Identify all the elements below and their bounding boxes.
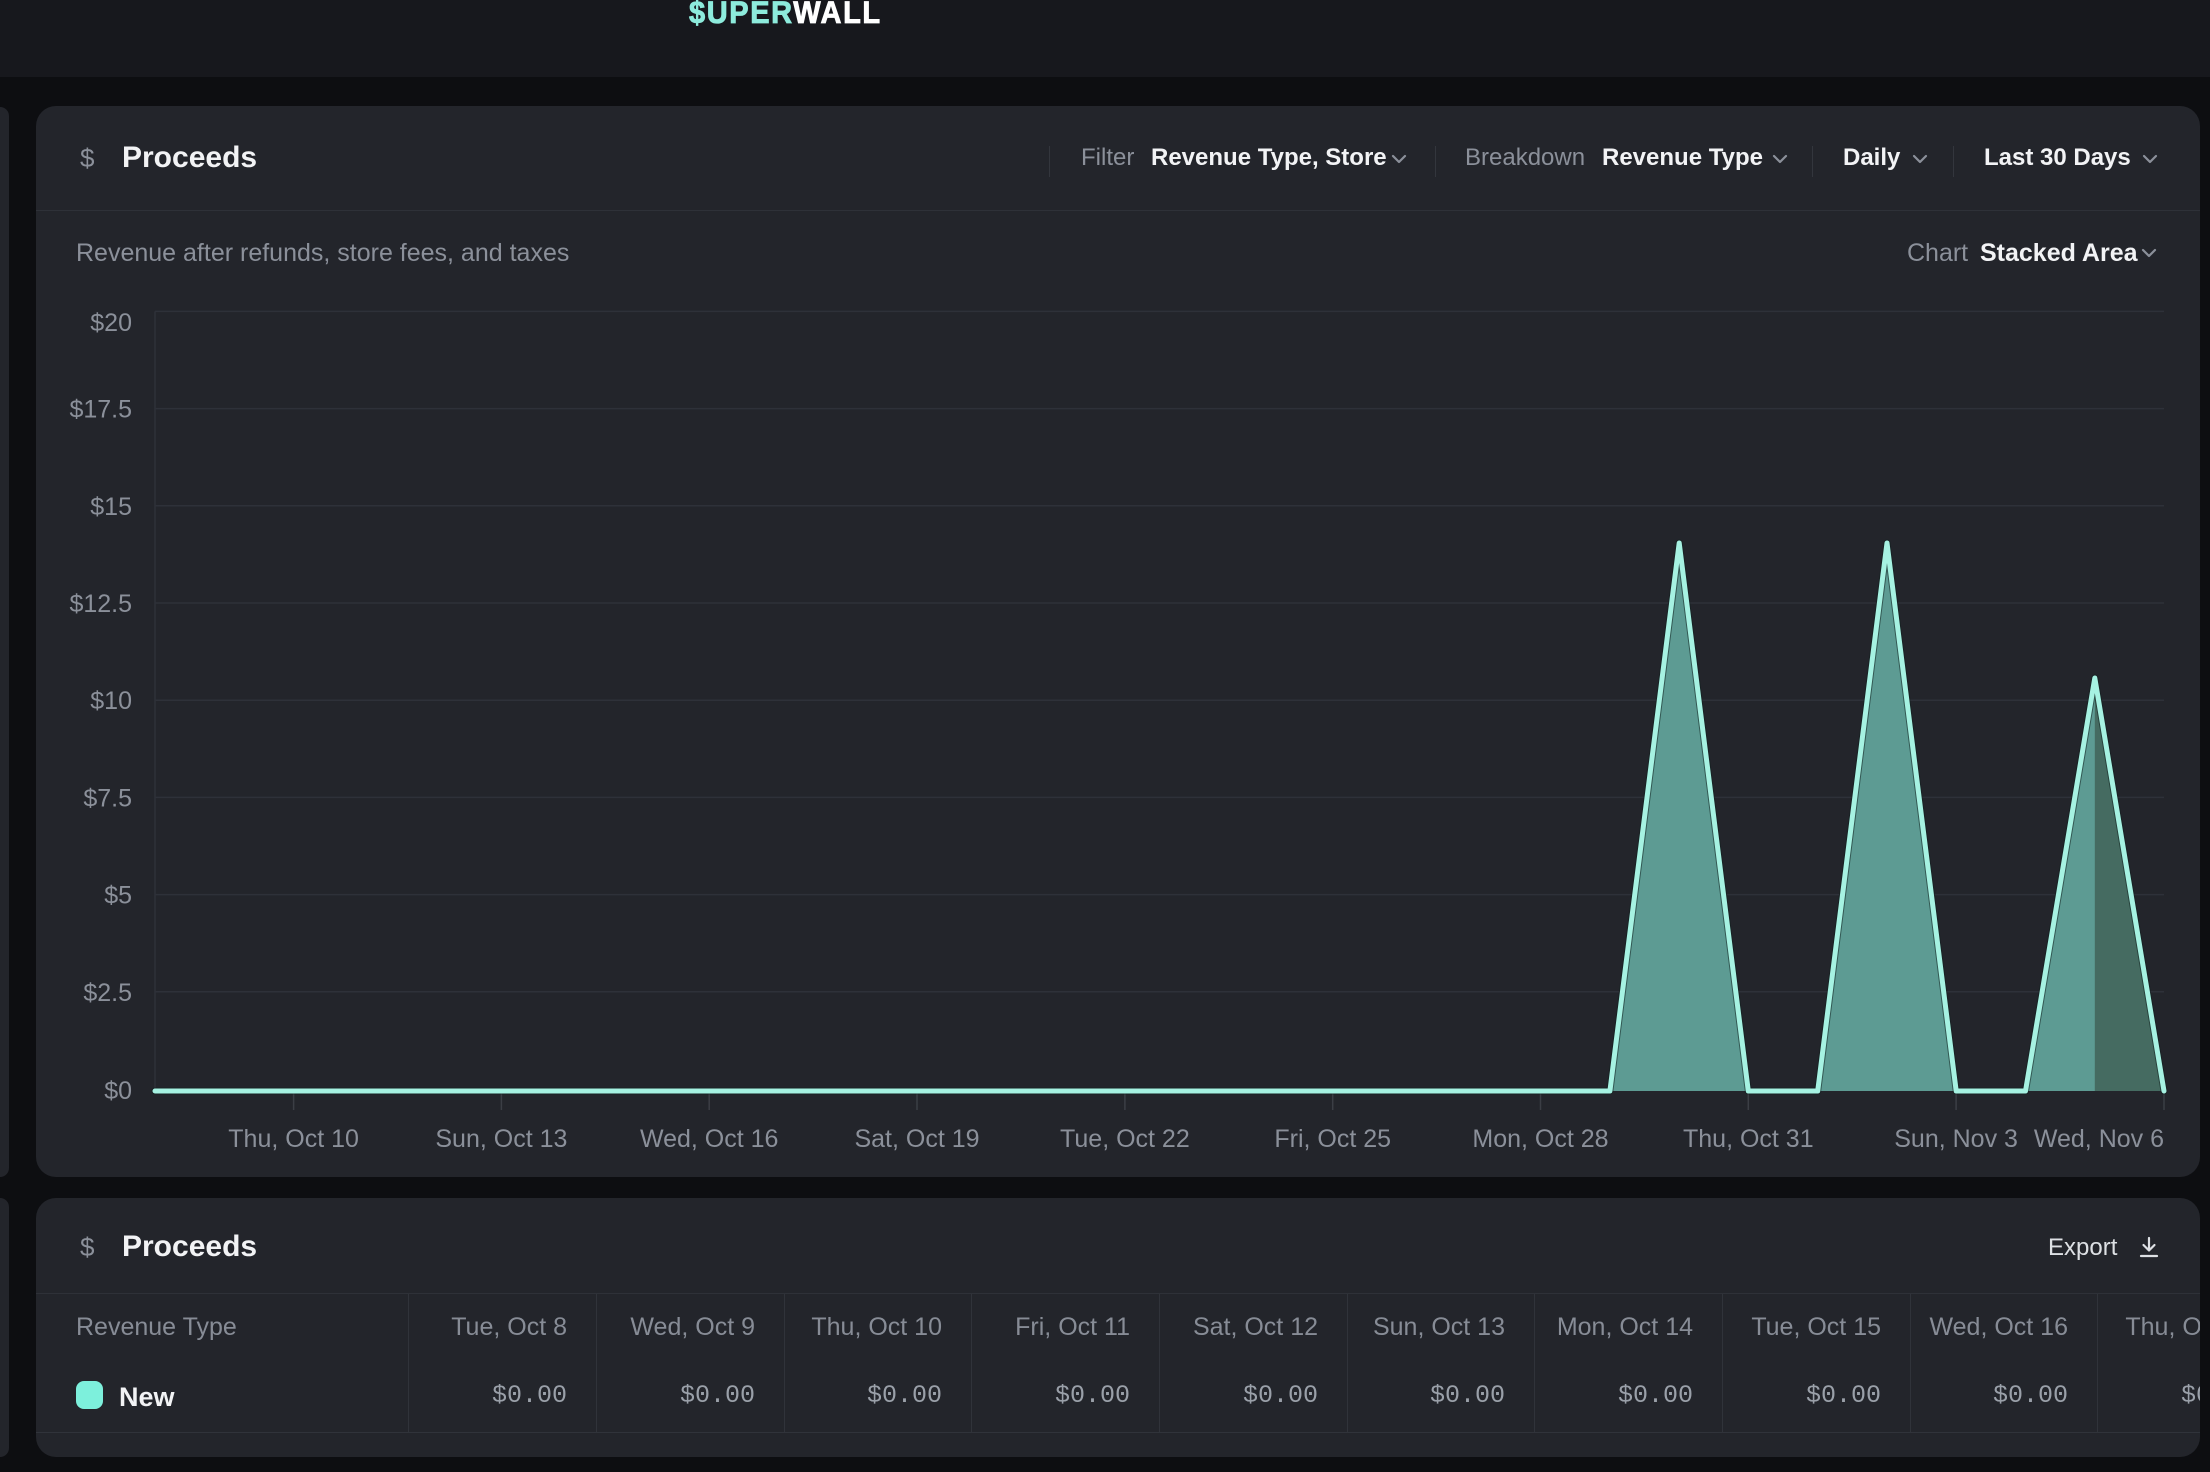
svg-text:$17.5: $17.5 <box>69 396 132 424</box>
svg-text:Wed, Nov 6: Wed, Nov 6 <box>2034 1125 2164 1153</box>
svg-text:$20: $20 <box>90 309 132 337</box>
svg-text:$2.5: $2.5 <box>83 979 132 1007</box>
svg-text:Wed, Oct 16: Wed, Oct 16 <box>640 1125 779 1153</box>
svg-text:Sun, Oct 13: Sun, Oct 13 <box>435 1125 567 1153</box>
svg-text:$15: $15 <box>90 493 132 521</box>
svg-text:$0: $0 <box>104 1077 132 1105</box>
svg-text:Mon, Oct 28: Mon, Oct 28 <box>1472 1125 1608 1153</box>
svg-text:Thu, Oct 31: Thu, Oct 31 <box>1683 1125 1814 1153</box>
svg-text:Fri, Oct 25: Fri, Oct 25 <box>1274 1125 1391 1153</box>
svg-text:Sun, Nov 3: Sun, Nov 3 <box>1894 1125 2018 1153</box>
svg-text:Sat, Oct 19: Sat, Oct 19 <box>854 1125 979 1153</box>
svg-text:$5: $5 <box>104 882 132 910</box>
svg-text:Thu, Oct 10: Thu, Oct 10 <box>228 1125 359 1153</box>
svg-text:$12.5: $12.5 <box>69 590 132 618</box>
svg-text:$7.5: $7.5 <box>83 784 132 812</box>
svg-text:$10: $10 <box>90 687 132 715</box>
svg-text:Tue, Oct 22: Tue, Oct 22 <box>1060 1125 1190 1153</box>
